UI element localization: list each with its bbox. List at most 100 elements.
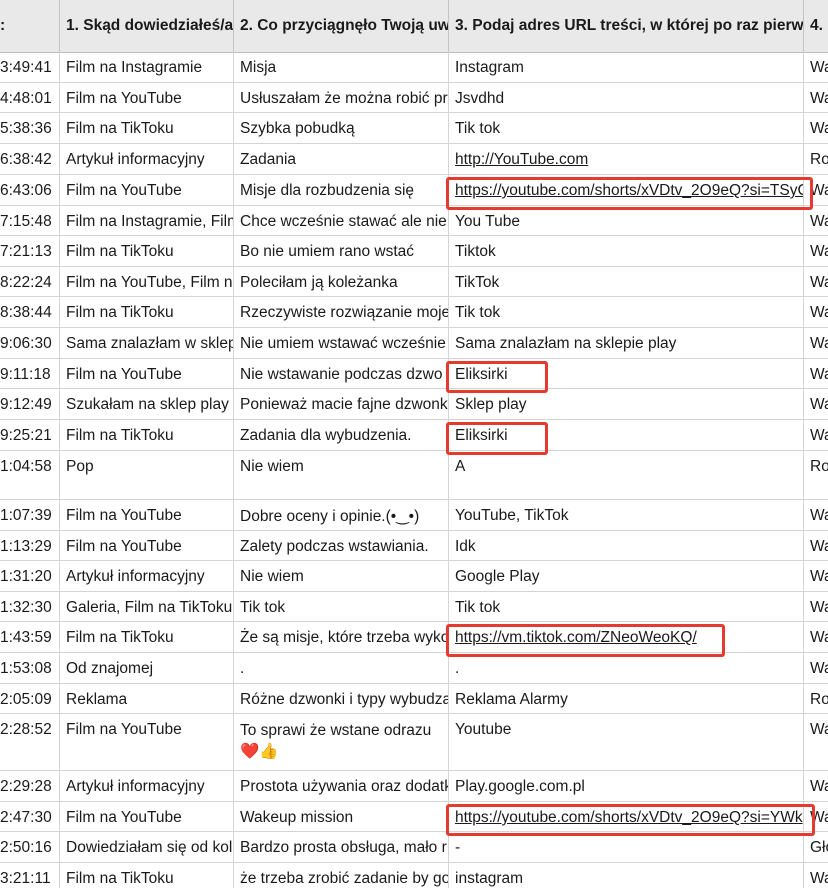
url-cell[interactable]: Sklep play bbox=[449, 389, 804, 419]
answer-4-cell[interactable]: Wa bbox=[804, 802, 828, 831]
reason-cell[interactable]: Zadania dla wybudzenia. bbox=[234, 420, 449, 450]
source-cell[interactable]: Film na TikToku bbox=[60, 113, 234, 143]
source-cell[interactable]: Film na TikToku bbox=[60, 863, 234, 888]
answer-4-cell[interactable]: Wa bbox=[804, 863, 828, 888]
answer-4-cell[interactable]: Wa bbox=[804, 420, 828, 450]
answer-4-cell[interactable]: Wa bbox=[804, 531, 828, 560]
reason-cell[interactable]: Misja bbox=[234, 52, 449, 82]
answer-4-cell[interactable]: Wa bbox=[804, 236, 828, 266]
timestamp-cell[interactable]: 1:31:20 bbox=[0, 561, 60, 591]
url-cell[interactable]: Tik tok bbox=[449, 113, 804, 143]
url-cell[interactable]: Eliksirki bbox=[449, 420, 804, 450]
timestamp-cell[interactable]: 2:05:09 bbox=[0, 684, 60, 713]
header-question-3[interactable]: 3. Podaj adres URL treści, w której po r… bbox=[449, 0, 804, 52]
url-cell[interactable]: https://vm.tiktok.com/ZNeoWeoKQ/ bbox=[449, 622, 804, 652]
reason-cell[interactable]: To sprawi że wstane odrazu ❤️👍 bbox=[234, 714, 449, 770]
url-cell[interactable]: http://YouTube.com bbox=[449, 144, 804, 174]
source-cell[interactable]: Artykuł informacyjny bbox=[60, 561, 234, 591]
answer-4-cell[interactable]: Wa bbox=[804, 359, 828, 388]
url-cell[interactable]: https://youtube.com/shorts/xVDtv_2O9eQ?s… bbox=[449, 175, 804, 205]
url-cell[interactable]: instagram bbox=[449, 863, 804, 888]
source-cell[interactable]: Dowiedziałam się od kol bbox=[60, 832, 234, 862]
header-question-1[interactable]: 1. Skąd dowiedziałeś/a bbox=[60, 0, 234, 52]
timestamp-cell[interactable]: 3:21:11 bbox=[0, 863, 60, 888]
timestamp-cell[interactable]: 4:48:01 bbox=[0, 83, 60, 112]
source-cell[interactable]: Film na TikToku bbox=[60, 297, 234, 327]
timestamp-cell[interactable]: 9:11:18 bbox=[0, 359, 60, 388]
reason-cell[interactable]: Rzeczywiste rozwiązanie moje bbox=[234, 297, 449, 327]
timestamp-cell[interactable]: 2:29:28 bbox=[0, 771, 60, 801]
url-link[interactable]: https://vm.tiktok.com/ZNeoWeoKQ/ bbox=[455, 629, 697, 646]
url-cell[interactable]: Tik tok bbox=[449, 592, 804, 621]
reason-cell[interactable]: Nie wiem bbox=[234, 561, 449, 591]
source-cell[interactable]: Film na YouTube bbox=[60, 500, 234, 530]
answer-4-cell[interactable]: Ro bbox=[804, 684, 828, 713]
reason-cell[interactable]: Bardzo prosta obsługa, mało r bbox=[234, 832, 449, 862]
timestamp-cell[interactable]: 1:04:58 bbox=[0, 451, 60, 499]
reason-cell[interactable]: Szybka pobudką bbox=[234, 113, 449, 143]
reason-cell[interactable]: Ponieważ macie fajne dzwonki bbox=[234, 389, 449, 419]
timestamp-cell[interactable]: 3:49:41 bbox=[0, 52, 60, 82]
timestamp-cell[interactable]: 5:38:36 bbox=[0, 113, 60, 143]
reason-cell[interactable]: Poleciłam ją koleżanka bbox=[234, 267, 449, 296]
source-cell[interactable]: Film na YouTube bbox=[60, 714, 234, 770]
source-cell[interactable]: Film na TikToku bbox=[60, 236, 234, 266]
source-cell[interactable]: Film na YouTube bbox=[60, 802, 234, 831]
url-cell[interactable]: YouTube, TikTok bbox=[449, 500, 804, 530]
url-cell[interactable]: Eliksirki bbox=[449, 359, 804, 388]
answer-4-cell[interactable]: Wa bbox=[804, 206, 828, 235]
source-cell[interactable]: Artykuł informacyjny bbox=[60, 144, 234, 174]
source-cell[interactable]: Film na YouTube bbox=[60, 175, 234, 205]
source-cell[interactable]: Sama znalazłam w sklep bbox=[60, 328, 234, 358]
source-cell[interactable]: Od znajomej bbox=[60, 653, 234, 683]
source-cell[interactable]: Film na TikToku bbox=[60, 622, 234, 652]
header-timestamp[interactable]: : bbox=[0, 0, 60, 52]
answer-4-cell[interactable]: Wa bbox=[804, 83, 828, 112]
answer-4-cell[interactable]: Wa bbox=[804, 714, 828, 770]
url-cell[interactable]: Sama znalazłam na sklepie play bbox=[449, 328, 804, 358]
source-cell[interactable]: Artykuł informacyjny bbox=[60, 771, 234, 801]
timestamp-cell[interactable]: 7:15:48 bbox=[0, 206, 60, 235]
reason-cell[interactable]: Tik tok bbox=[234, 592, 449, 621]
url-cell[interactable]: - bbox=[449, 832, 804, 862]
reason-cell[interactable]: Zadania bbox=[234, 144, 449, 174]
url-link[interactable]: http://YouTube.com bbox=[455, 151, 588, 168]
url-cell[interactable]: Jsvdhd bbox=[449, 83, 804, 112]
header-question-2[interactable]: 2. Co przyciągnęło Twoją uw bbox=[234, 0, 449, 52]
answer-4-cell[interactable]: Wa bbox=[804, 771, 828, 801]
timestamp-cell[interactable]: 7:21:13 bbox=[0, 236, 60, 266]
url-cell[interactable]: Tik tok bbox=[449, 297, 804, 327]
timestamp-cell[interactable]: 6:43:06 bbox=[0, 175, 60, 205]
reason-cell[interactable]: Nie wstawanie podczas dzwo bbox=[234, 359, 449, 388]
url-link[interactable]: https://youtube.com/shorts/xVDtv_2O9eQ?s… bbox=[455, 809, 803, 826]
answer-4-cell[interactable]: Wa bbox=[804, 52, 828, 82]
timestamp-cell[interactable]: 9:12:49 bbox=[0, 389, 60, 419]
timestamp-cell[interactable]: 9:25:21 bbox=[0, 420, 60, 450]
url-cell[interactable]: Reklama Alarmy bbox=[449, 684, 804, 713]
answer-4-cell[interactable]: Wa bbox=[804, 622, 828, 652]
answer-4-cell[interactable]: Wa bbox=[804, 389, 828, 419]
reason-cell[interactable]: Zalety podczas wstawiania. bbox=[234, 531, 449, 560]
timestamp-cell[interactable]: 2:28:52 bbox=[0, 714, 60, 770]
answer-4-cell[interactable]: Wa bbox=[804, 500, 828, 530]
answer-4-cell[interactable]: Wa bbox=[804, 561, 828, 591]
timestamp-cell[interactable]: 1:07:39 bbox=[0, 500, 60, 530]
answer-4-cell[interactable]: Wa bbox=[804, 267, 828, 296]
timestamp-cell[interactable]: 2:47:30 bbox=[0, 802, 60, 831]
timestamp-cell[interactable]: 1:13:29 bbox=[0, 531, 60, 560]
reason-cell[interactable]: Misje dla rozbudzenia się bbox=[234, 175, 449, 205]
reason-cell[interactable]: Chce wcześnie stawać ale nie bbox=[234, 206, 449, 235]
reason-cell[interactable]: Nie wiem bbox=[234, 451, 449, 499]
reason-cell[interactable]: Różne dzwonki i typy wybudza bbox=[234, 684, 449, 713]
answer-4-cell[interactable]: Wa bbox=[804, 653, 828, 683]
source-cell[interactable]: Film na YouTube bbox=[60, 531, 234, 560]
reason-cell[interactable]: Wakeup mission bbox=[234, 802, 449, 831]
timestamp-cell[interactable]: 1:43:59 bbox=[0, 622, 60, 652]
timestamp-cell[interactable]: 8:22:24 bbox=[0, 267, 60, 296]
timestamp-cell[interactable]: 6:38:42 bbox=[0, 144, 60, 174]
url-cell[interactable]: https://youtube.com/shorts/xVDtv_2O9eQ?s… bbox=[449, 802, 804, 831]
url-cell[interactable]: Youtube bbox=[449, 714, 804, 770]
reason-cell[interactable]: Prostota używania oraz dodatk bbox=[234, 771, 449, 801]
url-cell[interactable]: Tiktok bbox=[449, 236, 804, 266]
source-cell[interactable]: Film na Instagramie, Film bbox=[60, 206, 234, 235]
